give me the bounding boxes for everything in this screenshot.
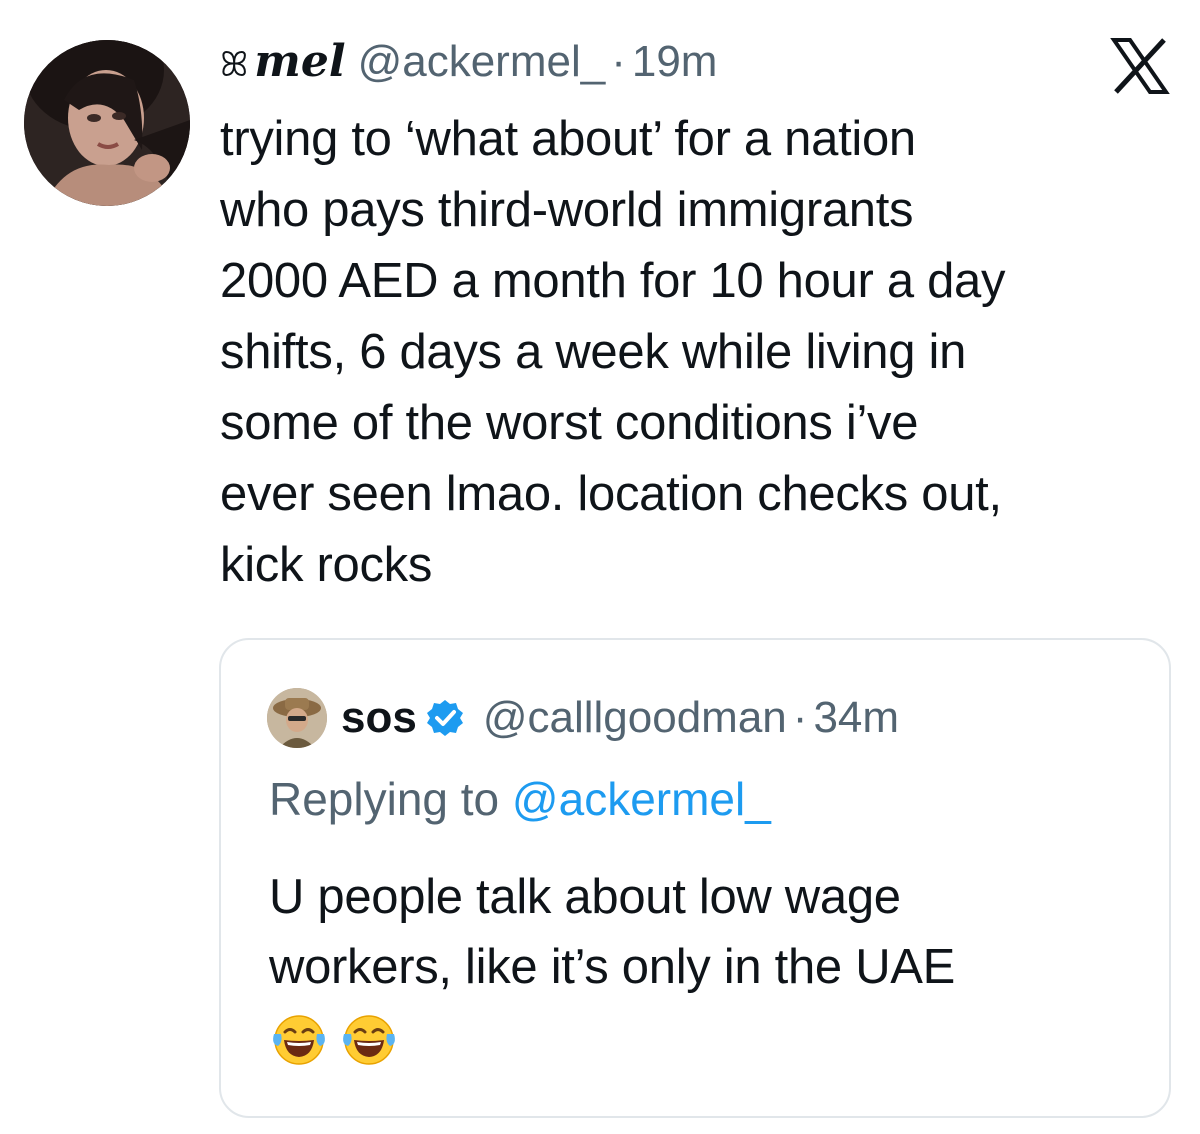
face-with-tears-of-joy-icon (273, 1015, 325, 1065)
tweet-text-line: trying to ‘what about’ for a nation (220, 112, 916, 166)
tweet-header: ꕤ mel @ackermel_ · 19m (220, 30, 1150, 94)
tweet-text-line: ever seen lmao. location checks out, (220, 467, 1002, 521)
tweet-text: trying to ‘what about’ for a nation who … (220, 104, 1150, 601)
tweet-body: ꕤ mel @ackermel_ · 19m trying to ‘what ab… (220, 30, 1150, 601)
tweet-text-line: some of the worst conditions i’ve (220, 396, 919, 450)
quoted-tweet-header: sos @calllgoodman · 34m (267, 688, 899, 748)
tweet-text-line: shifts, 6 days a week while living in (220, 325, 967, 379)
replying-to: Replying to @ackermel_ (269, 772, 771, 826)
quoted-text-line: U people talk about low wage (269, 870, 901, 924)
separator-dot: · (611, 37, 626, 86)
author-name[interactable]: ꕤ mel (220, 30, 346, 97)
tweet-text-line: kick rocks (220, 538, 433, 592)
quoted-text-line: workers, like it’s only in the UAE (269, 940, 956, 994)
author-avatar-image (24, 40, 190, 206)
face-with-tears-of-joy-icon (343, 1015, 395, 1065)
quoted-avatar-image (267, 688, 327, 748)
author-display-name: mel (254, 36, 346, 87)
tweet-text-line: 2000 AED a month for 10 hour a day (220, 254, 1006, 308)
replying-to-label: Replying to (269, 773, 500, 825)
tweet-timestamp[interactable]: 19m (632, 30, 718, 94)
quoted-tweet-timestamp[interactable]: 34m (813, 693, 899, 743)
name-symbol: ꕤ (220, 45, 249, 85)
quoted-emojis (271, 1012, 397, 1068)
quoted-tweet[interactable]: sos @calllgoodman · 34m Replying to @ack… (219, 638, 1171, 1118)
quoted-author-handle[interactable]: @calllgoodman (483, 693, 787, 743)
separator-dot: · (792, 693, 808, 742)
author-avatar[interactable] (24, 40, 190, 206)
verified-badge-icon (426, 700, 463, 736)
tweet-text-line: who pays third-world immigrants (220, 183, 914, 237)
x-logo-icon (1110, 38, 1170, 94)
quoted-author-avatar[interactable] (267, 688, 327, 748)
quoted-tweet-text: U people talk about low wage workers, li… (269, 862, 955, 1002)
replying-to-mention[interactable]: @ackermel_ (512, 773, 771, 825)
tweet[interactable]: ꕤ mel @ackermel_ · 19m trying to ‘what ab… (0, 0, 1200, 1134)
quoted-author-name[interactable]: sos (341, 693, 417, 743)
author-handle[interactable]: @ackermel_ (358, 30, 606, 94)
